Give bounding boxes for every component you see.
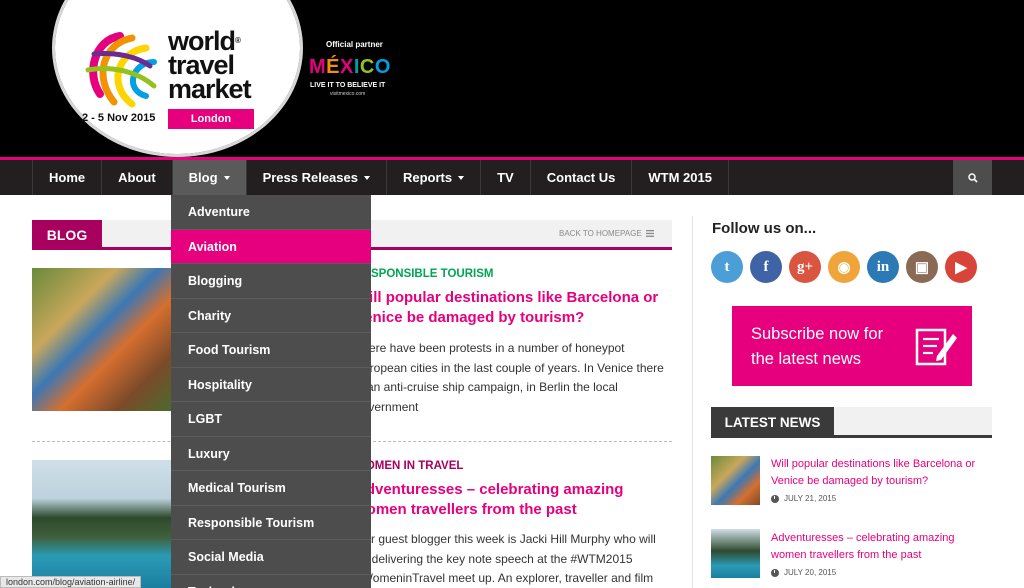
nav-item-blog[interactable]: Blog	[172, 160, 247, 195]
back-to-homepage-link[interactable]: BACK TO HOMEPAGE	[559, 229, 654, 238]
article-category[interactable]: RESPONSIBLE TOURISM	[355, 268, 493, 280]
latest-news-tab: LATEST NEWS	[711, 407, 834, 438]
dropdown-item-hospitality[interactable]: Hospitality	[171, 368, 371, 402]
news-title[interactable]: Adventuresses – celebrating amazing wome…	[771, 530, 986, 563]
dropdown-item-blogging[interactable]: Blogging	[171, 264, 371, 299]
dropdown-item-luxury[interactable]: Luxury	[171, 437, 371, 471]
article-title[interactable]: Will popular destinations like Barcelona…	[355, 288, 658, 328]
follow-us-heading: Follow us on...	[712, 220, 817, 237]
dropdown-item-technology[interactable]: Technology	[171, 575, 371, 588]
caret-down-icon	[363, 176, 370, 180]
twitter-icon[interactable]: t	[711, 251, 743, 283]
nav-items: Home About Blog Press Releases Reports TV Cont…	[32, 160, 729, 195]
dropdown-item-adventure[interactable]: Adventure	[171, 195, 371, 230]
linkedin-icon[interactable]: in	[867, 251, 899, 283]
nav-item-contact-us[interactable]: Contact Us	[531, 160, 633, 195]
nav-item-label: TV	[497, 170, 514, 185]
article-category[interactable]: WOMEN IN TRAVEL	[355, 460, 463, 472]
dropdown-item-responsible-tourism[interactable]: Responsible Tourism	[171, 506, 371, 540]
nav-item-label: Blog	[188, 170, 218, 185]
dropdown-item-social-media[interactable]: Social Media	[171, 540, 371, 575]
news-thumbnail[interactable]	[711, 456, 760, 505]
nav-item-wtm-2015[interactable]: WTM 2015	[632, 160, 729, 195]
nav-item-press-releases[interactable]: Press Releases	[247, 160, 387, 195]
mexico-url: visitmexico.com	[330, 91, 366, 97]
news-date-text: JULY 20, 2015	[784, 568, 837, 577]
mexico-partner-logo[interactable]: MÉXICO	[309, 56, 391, 79]
nav-item-reports[interactable]: Reports	[387, 160, 482, 195]
rss-icon[interactable]: ◉	[828, 251, 860, 283]
dropdown-item-lgbt[interactable]: LGBT	[171, 402, 371, 437]
browser-status-url: london.com/blog/aviation-airline/	[0, 576, 142, 588]
article-thumbnail-kayak[interactable]	[32, 460, 172, 588]
nav-item-tv[interactable]: TV	[481, 160, 531, 195]
article-excerpt: There have been protests in a number of …	[355, 341, 664, 414]
nav-item-home[interactable]: Home	[32, 160, 103, 195]
dropdown-item-medical-tourism[interactable]: Medical Tourism	[171, 471, 371, 506]
caret-down-icon	[458, 176, 465, 180]
nav-item-label: WTM 2015	[648, 170, 712, 185]
nav-item-label: About	[118, 170, 156, 185]
dropdown-item-food-tourism[interactable]: Food Tourism	[171, 333, 371, 368]
back-to-homepage-label: BACK TO HOMEPAGE	[559, 229, 642, 238]
nav-item-label: Contact Us	[546, 170, 616, 185]
instagram-icon[interactable]: ▣	[906, 251, 938, 283]
official-partner-label: Official partner	[326, 40, 383, 49]
sidebar-divider	[692, 216, 693, 588]
news-date: JULY 20, 2015	[771, 568, 836, 577]
subscribe-banner[interactable]: Subscribe now for the latest news	[732, 306, 972, 386]
article-thumbnail-barcelona[interactable]	[32, 268, 172, 411]
list-icon	[645, 230, 654, 237]
news-date-text: JULY 21, 2015	[784, 494, 837, 503]
event-dates: 2 - 5 Nov 2015	[82, 112, 156, 124]
news-thumbnail[interactable]	[711, 529, 760, 578]
event-location-badge: London	[168, 109, 254, 129]
mexico-slogan: LIVE IT TO BELIEVE IT	[310, 82, 386, 89]
blog-section-tab: BLOG	[32, 220, 102, 250]
subscribe-text: Subscribe now for the latest news	[751, 325, 884, 368]
facebook-icon[interactable]: f	[750, 251, 782, 283]
news-date: JULY 21, 2015	[771, 494, 836, 503]
nav-search-button[interactable]	[953, 160, 992, 195]
page: world® travel market 2 - 5 Nov 2015 Lond…	[0, 0, 1024, 588]
wtm-globe-logo-icon	[85, 32, 157, 108]
caret-down-icon	[223, 176, 230, 180]
social-links: t f g+ ◉ in ▣ ▶	[711, 251, 977, 283]
latest-news-bar	[834, 407, 992, 438]
news-title[interactable]: Will popular destinations like Barcelona…	[771, 456, 986, 489]
nav-item-label: Home	[49, 170, 86, 185]
wtm-wordmark: world® travel market	[168, 26, 252, 104]
search-icon	[967, 172, 978, 183]
clock-icon	[771, 568, 779, 577]
clock-icon	[771, 494, 779, 503]
nav-item-label: Press Releases	[262, 170, 358, 185]
dropdown-item-aviation[interactable]: Aviation	[171, 229, 371, 264]
site-header: world® travel market 2 - 5 Nov 2015 Lond…	[0, 0, 1024, 157]
google-plus-icon[interactable]: g+	[789, 251, 821, 283]
youtube-icon[interactable]: ▶	[945, 251, 977, 283]
nav-item-about[interactable]: About	[102, 160, 173, 195]
nav-item-label: Reports	[402, 170, 453, 185]
blog-dropdown-menu: Adventure Aviation Blogging Charity Food Tou…	[171, 195, 371, 588]
edit-form-icon	[915, 328, 957, 366]
dropdown-item-charity[interactable]: Charity	[171, 299, 371, 333]
main-nav: Home About Blog Press Releases Reports TV Cont…	[0, 157, 1024, 195]
article-title[interactable]: Adventuresses – celebrating amazing wome…	[355, 480, 623, 520]
article-excerpt: Our guest blogger this week is Jacki Hil…	[355, 532, 656, 585]
